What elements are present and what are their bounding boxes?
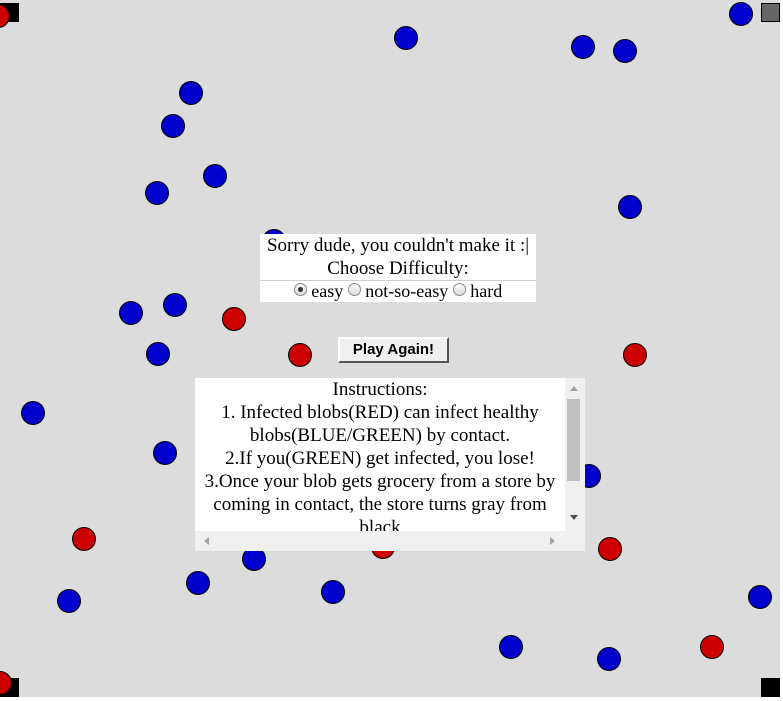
healthy-blob [146,342,170,366]
healthy-blob [21,401,45,425]
infected-blob [288,343,312,367]
infected-blob [598,537,622,561]
infected-blob [222,307,246,331]
infected-blob [700,635,724,659]
infected-blob [623,343,647,367]
instructions-heading: Instructions: [332,379,428,400]
healthy-blob [597,647,621,671]
healthy-blob [321,580,345,604]
radio-not-so-easy[interactable] [347,283,361,296]
radio-hard[interactable] [452,283,466,296]
instruction-line: 2.If you(GREEN) get infected, you lose! [225,448,535,469]
scroll-up-arrow-icon[interactable] [570,386,578,391]
scroll-down-arrow-icon[interactable] [570,515,578,520]
healthy-blob [571,35,595,59]
vertical-scrollbar[interactable] [565,378,582,531]
difficulty-label: Choose Difficulty: [327,258,469,279]
store-top-right [761,3,780,22]
healthy-blob [394,26,418,50]
scroll-thumb[interactable] [567,399,580,481]
radio-easy-label[interactable]: easy [311,281,343,301]
healthy-blob [613,39,637,63]
healthy-blob [499,635,523,659]
healthy-blob [729,2,753,26]
infected-blob [72,527,96,551]
radio-hard-label[interactable]: hard [470,281,502,301]
healthy-blob [161,114,185,138]
healthy-blob [57,589,81,613]
scroll-right-arrow-icon[interactable] [550,537,555,545]
horizontal-scrollbar[interactable] [195,531,565,551]
store-bottom-right [761,678,780,697]
instructions-box[interactable]: Instructions: 1. Infected blobs(RED) can… [195,378,585,551]
radio-easy[interactable] [293,283,307,296]
healthy-blob [153,441,177,465]
instruction-line: 1. Infected blobs(RED) can infect health… [221,402,539,446]
healthy-blob [748,585,772,609]
instructions-text: Instructions: 1. Infected blobs(RED) can… [195,378,565,531]
play-again-button[interactable]: Play Again! [338,337,449,363]
healthy-blob [145,181,169,205]
healthy-blob [119,301,143,325]
game-over-panel: Sorry dude, you couldn't make it :| Choo… [260,234,536,302]
difficulty-options: easy not-so-easy hard [260,280,536,302]
healthy-blob [179,81,203,105]
healthy-blob [163,293,187,317]
healthy-blob [186,571,210,595]
scroll-left-arrow-icon[interactable] [204,537,209,545]
healthy-blob [203,164,227,188]
game-over-message: Sorry dude, you couldn't make it :| [266,235,530,256]
radio-not-so-easy-label[interactable]: not-so-easy [365,281,448,301]
instruction-line: 3.Once your blob gets grocery from a sto… [204,471,556,531]
healthy-blob [618,195,642,219]
